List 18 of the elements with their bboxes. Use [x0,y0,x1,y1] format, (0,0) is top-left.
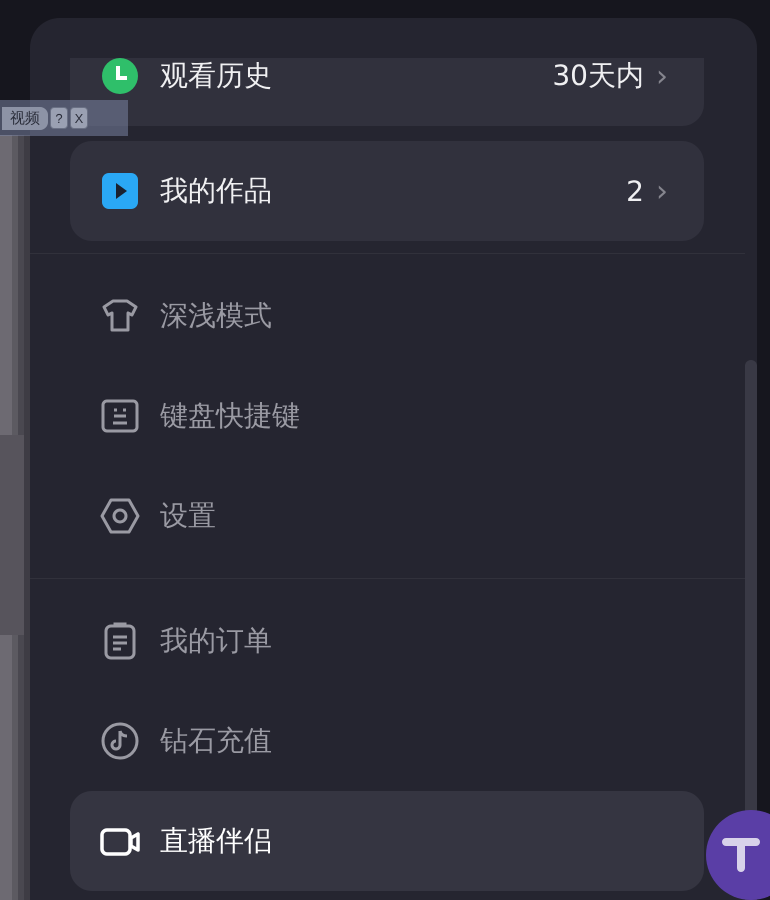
play-icon [100,171,140,211]
chevron-icon: › [656,174,668,208]
menu-item[interactable]: 深浅模式 [70,266,704,366]
item-value: 2 [626,174,644,208]
hexagon-settings-icon [100,496,140,536]
chevron-icon: › [656,58,668,94]
clock-icon [100,58,140,96]
item-value: 30天内 [552,58,644,94]
menu-item[interactable]: 设置 [70,466,704,566]
toolbar-button[interactable]: ? [50,107,68,129]
menu-item[interactable]: 钻石充值 [70,691,704,791]
menu-item[interactable]: 我的作品 2 › [70,141,704,241]
menu-item[interactable]: 我的订单 [70,591,704,691]
toolbar-button[interactable]: X [70,107,88,129]
music-note-icon [100,721,140,761]
toolbar-title: 视频 [2,106,48,130]
menu-item[interactable]: 键盘快捷键 [70,366,704,466]
menu-item[interactable]: 直播伴侣 [70,791,704,891]
